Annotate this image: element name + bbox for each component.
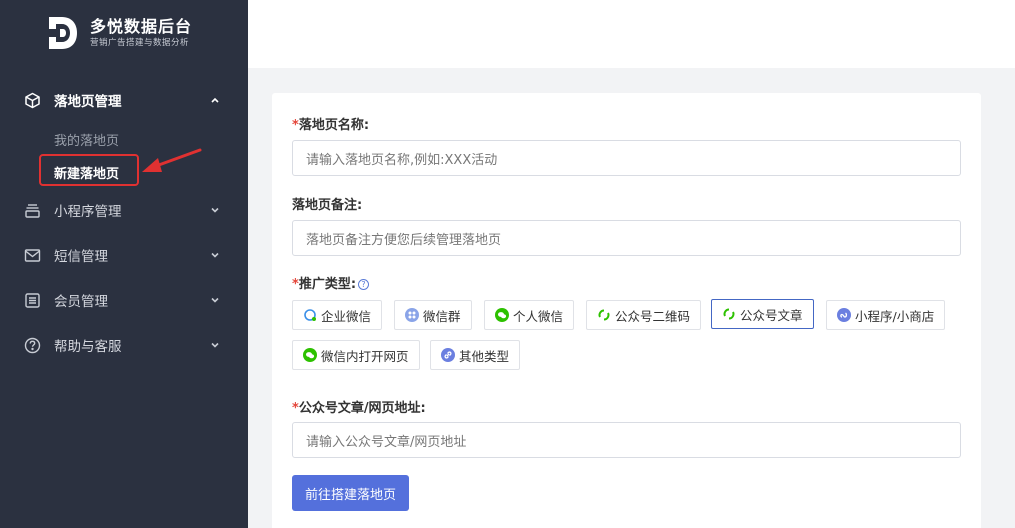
type-option-official-account-qr[interactable]: 公众号二维码 <box>586 300 702 330</box>
type-option-wechat-group[interactable]: 微信群 <box>394 300 472 330</box>
landing-page-name-input[interactable]: 请输入落地页名称,例如:XXX活动 <box>292 140 961 176</box>
official-account-icon <box>722 307 736 321</box>
type-option-wechat-webpage[interactable]: 微信内打开网页 <box>292 340 420 370</box>
sidebar-item-label: 短信管理 <box>54 249 108 265</box>
required-mark: * <box>292 118 299 133</box>
mini-program-icon <box>837 308 851 322</box>
sidebar-item-label: 会员管理 <box>54 294 108 310</box>
chevron-down-icon <box>211 252 219 258</box>
promotion-type-label: *推广类型:? <box>292 273 370 292</box>
sidebar-item-mini-programs[interactable]: 小程序管理 <box>0 195 248 225</box>
chevron-down-icon <box>211 297 219 303</box>
url-label: *公众号文章/网页地址: <box>292 401 426 416</box>
chevron-up-icon <box>211 97 219 103</box>
cube-icon <box>23 91 41 109</box>
brand-subtitle: 营销广告搭建与数据分析 <box>90 38 190 48</box>
type-option-other[interactable]: 其他类型 <box>430 340 521 370</box>
wechat-icon <box>495 308 509 322</box>
wechat-icon <box>303 348 317 362</box>
chevron-down-icon <box>211 207 219 213</box>
brand-logo[interactable]: 多悦数据后台 营销广告搭建与数据分析 <box>46 14 192 52</box>
sidebar-item-members[interactable]: 会员管理 <box>0 285 248 315</box>
sidebar-item-label: 落地页管理 <box>54 94 122 110</box>
sidebar-item-sms[interactable]: 短信管理 <box>0 240 248 270</box>
mail-icon <box>23 246 41 264</box>
type-option-wecom[interactable]: 企业微信 <box>292 300 383 330</box>
help-circle-icon <box>23 336 41 354</box>
sidebar-item-landing-pages[interactable]: 落地页管理 <box>0 85 248 115</box>
link-icon <box>441 348 455 362</box>
wechat-group-icon <box>405 308 419 322</box>
article-url-input[interactable]: 请输入公众号文章/网页地址 <box>292 422 961 458</box>
chevron-down-icon <box>211 342 219 348</box>
annotation-highlight-box <box>39 154 139 186</box>
required-mark: * <box>292 277 299 292</box>
sidebar: 多悦数据后台 营销广告搭建与数据分析 落地页管理 我的落地页 新建落地页 小程序… <box>0 0 248 528</box>
top-bar <box>248 0 1015 68</box>
name-label: *落地页名称: <box>292 118 370 133</box>
stack-icon <box>23 201 41 219</box>
wecom-icon <box>303 308 317 322</box>
sidebar-item-label: 小程序管理 <box>54 204 122 220</box>
sidebar-item-help[interactable]: 帮助与客服 <box>0 330 248 360</box>
type-option-personal-wechat[interactable]: 个人微信 <box>484 300 575 330</box>
build-landing-page-button[interactable]: 前往搭建落地页 <box>292 475 409 511</box>
remark-label: 落地页备注: <box>292 198 363 213</box>
required-mark: * <box>292 401 299 416</box>
official-account-icon <box>597 308 611 322</box>
annotation-arrow-icon <box>142 148 202 172</box>
sidebar-subitem-my-landing-pages[interactable]: 我的落地页 <box>54 130 119 149</box>
type-option-mini-program[interactable]: 小程序/小商店 <box>826 300 946 330</box>
landing-page-remark-input[interactable]: 落地页备注方便您后续管理落地页 <box>292 220 961 256</box>
logo-icon <box>46 14 80 52</box>
sidebar-item-label: 帮助与客服 <box>54 339 122 355</box>
type-option-official-account-article[interactable]: 公众号文章 <box>711 299 814 329</box>
help-icon[interactable]: ? <box>358 279 370 290</box>
list-icon <box>23 291 41 309</box>
brand-title: 多悦数据后台 <box>90 17 193 36</box>
